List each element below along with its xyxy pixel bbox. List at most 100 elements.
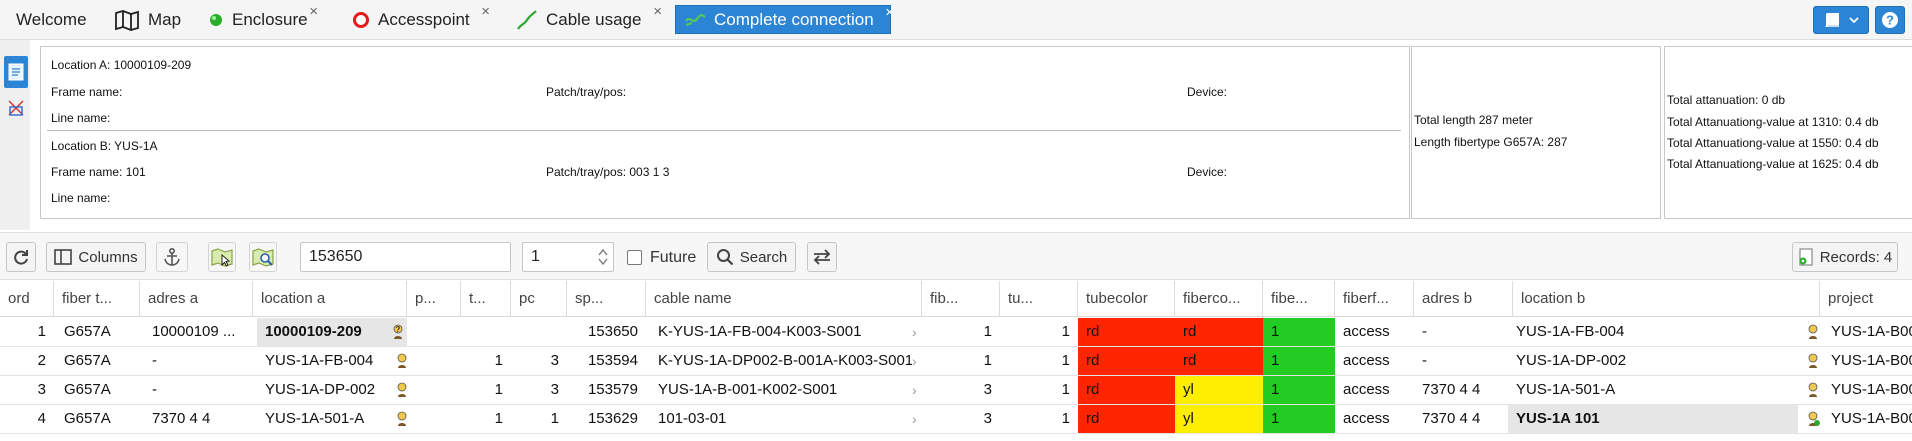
- cell-tubecolor: rd: [1078, 376, 1175, 404]
- cell-adres-b: 7370 4 4: [1422, 381, 1481, 398]
- cell-cable-name[interactable]: K-YUS-1A-DP002-B-001A-K003-S001: [650, 347, 912, 375]
- cell-t: [461, 318, 511, 346]
- close-icon[interactable]: ×: [309, 4, 318, 19]
- device-b-label: Device:: [1187, 165, 1228, 179]
- grid-header: ord fiber t... adres a location a p... t…: [0, 281, 1912, 317]
- book-menu-button[interactable]: [1813, 6, 1869, 34]
- swap-button[interactable]: [807, 242, 837, 272]
- records-button[interactable]: Records: 4: [1792, 242, 1898, 272]
- column-header[interactable]: p...: [407, 281, 461, 317]
- attenuation-panel: Total attanuation: 0 db Total Attanuatio…: [1664, 46, 1912, 219]
- cell-sp: 153594: [587, 352, 638, 369]
- column-header[interactable]: cable name: [646, 281, 922, 317]
- future-checkbox[interactable]: [627, 250, 642, 265]
- refresh-button[interactable]: [6, 242, 36, 272]
- cell-location-b[interactable]: YUS-1A-DP-002: [1508, 347, 1798, 375]
- cell-cable-name[interactable]: K-YUS-1A-FB-004-K003-S001: [650, 318, 912, 346]
- person-icon[interactable]: [1806, 353, 1820, 369]
- map-zoom-button[interactable]: [249, 242, 277, 272]
- column-header[interactable]: location b: [1513, 281, 1820, 317]
- column-header[interactable]: tu...: [1000, 281, 1078, 317]
- quantity-value: 1: [531, 248, 540, 265]
- person-icon[interactable]: [395, 382, 409, 398]
- search-button[interactable]: Search: [707, 242, 796, 272]
- records-label: Records: 4: [1819, 248, 1893, 266]
- cell-tu: 1: [1061, 381, 1070, 398]
- column-header[interactable]: fibe...: [1263, 281, 1335, 317]
- unknown-person-icon[interactable]: ?: [391, 324, 405, 340]
- cell-fibertype: G657A: [64, 381, 111, 398]
- cell-location-b[interactable]: YUS-1A 101: [1508, 405, 1798, 433]
- tab-map[interactable]: Map: [106, 5, 191, 34]
- chevron-right-icon[interactable]: ›: [912, 405, 922, 433]
- help-button[interactable]: ?: [1875, 6, 1905, 34]
- table-row[interactable]: 4 G657A 7370 4 4 YUS-1A-501-A 1 1 153629…: [0, 405, 1912, 434]
- chevron-right-icon[interactable]: ›: [912, 347, 922, 375]
- columns-label: Columns: [78, 248, 138, 266]
- quantity-stepper[interactable]: 1: [522, 242, 614, 272]
- tab-welcome[interactable]: Welcome: [8, 5, 97, 34]
- stepper-arrows-icon[interactable]: [597, 247, 609, 267]
- attenuation-1625-label: Total Attanuationg-value at 1625: 0.4 db: [1667, 157, 1879, 171]
- details-view-button[interactable]: [4, 56, 28, 88]
- column-header[interactable]: pc: [511, 281, 567, 317]
- search-input[interactable]: 153650: [300, 242, 511, 272]
- cell-fibe: 1: [1263, 376, 1335, 404]
- cell-cable-name[interactable]: YUS-1A-B-001-K002-S001: [650, 376, 912, 404]
- schema-view-button[interactable]: [4, 92, 28, 124]
- chevron-right-icon[interactable]: ›: [912, 318, 922, 346]
- column-header[interactable]: fib...: [922, 281, 1000, 317]
- cell-location-b[interactable]: YUS-1A-FB-004: [1508, 318, 1798, 346]
- close-icon[interactable]: ×: [653, 4, 662, 19]
- cell-location-a[interactable]: YUS-1A-501-A: [257, 405, 387, 433]
- cell-location-a[interactable]: 10000109-209: [257, 318, 407, 346]
- cell-location-b[interactable]: YUS-1A-501-A: [1508, 376, 1798, 404]
- column-header[interactable]: ord: [0, 281, 54, 317]
- cell-fibertype: G657A: [64, 410, 111, 427]
- person-icon[interactable]: [1806, 382, 1820, 398]
- column-header[interactable]: adres b: [1414, 281, 1513, 317]
- cell-fibertype: G657A: [64, 352, 111, 369]
- column-header[interactable]: tubecolor: [1078, 281, 1175, 317]
- line-a-label: Line name:: [51, 111, 111, 125]
- tab-accesspoint[interactable]: Accesspoint ×: [344, 4, 490, 34]
- column-header[interactable]: t...: [461, 281, 511, 317]
- cell-t: 1: [494, 410, 503, 427]
- cell-fibe: 1: [1263, 405, 1335, 433]
- tab-label: Welcome: [16, 9, 87, 29]
- close-icon[interactable]: ×: [885, 5, 894, 20]
- column-header[interactable]: fiberco...: [1175, 281, 1263, 317]
- total-attenuation-label: Total attanuation: 0 db: [1667, 93, 1786, 107]
- cell-location-a[interactable]: YUS-1A-FB-004: [257, 347, 387, 375]
- close-icon[interactable]: ×: [481, 4, 490, 19]
- person-add-icon[interactable]: [1806, 411, 1820, 427]
- tab-complete-connection[interactable]: Complete connection ×: [675, 5, 894, 34]
- table-row[interactable]: 3 G657A - YUS-1A-DP-002 1 3 153579 YUS-1…: [0, 376, 1912, 405]
- future-label: Future: [650, 249, 697, 266]
- map-select-button[interactable]: [208, 242, 236, 272]
- cell-cable-name[interactable]: 101-03-01: [650, 405, 912, 433]
- column-header[interactable]: location a: [253, 281, 407, 317]
- person-icon[interactable]: [395, 411, 409, 427]
- cell-project: YUS-1A-B00: [1831, 410, 1912, 427]
- column-header[interactable]: fiber t...: [54, 281, 140, 317]
- tab-cable-usage[interactable]: Cable usage ×: [508, 4, 662, 34]
- cell-adres-b: -: [1422, 323, 1427, 340]
- cell-fibercolor: rd: [1175, 318, 1263, 346]
- anchor-button[interactable]: [156, 242, 188, 272]
- person-icon[interactable]: [395, 353, 409, 369]
- attenuation-1550-label: Total Attanuationg-value at 1550: 0.4 db: [1667, 136, 1879, 150]
- cell-location-a[interactable]: YUS-1A-DP-002: [257, 376, 387, 404]
- table-row[interactable]: 1 G657A 10000109 ... 10000109-209 ? 1536…: [0, 318, 1912, 347]
- tab-enclosure[interactable]: Enclosure ×: [200, 4, 318, 34]
- chevron-right-icon[interactable]: ›: [912, 376, 922, 404]
- column-header[interactable]: project: [1820, 281, 1912, 317]
- column-header[interactable]: adres a: [140, 281, 253, 317]
- columns-button[interactable]: Columns: [46, 242, 146, 272]
- book-icon: [1823, 11, 1843, 29]
- table-row[interactable]: 2 G657A - YUS-1A-FB-004 1 3 153594 K-YUS…: [0, 347, 1912, 376]
- cell-pc: [511, 318, 567, 346]
- column-header[interactable]: fiberf...: [1335, 281, 1414, 317]
- person-icon[interactable]: [1806, 324, 1820, 340]
- column-header[interactable]: sp...: [567, 281, 646, 317]
